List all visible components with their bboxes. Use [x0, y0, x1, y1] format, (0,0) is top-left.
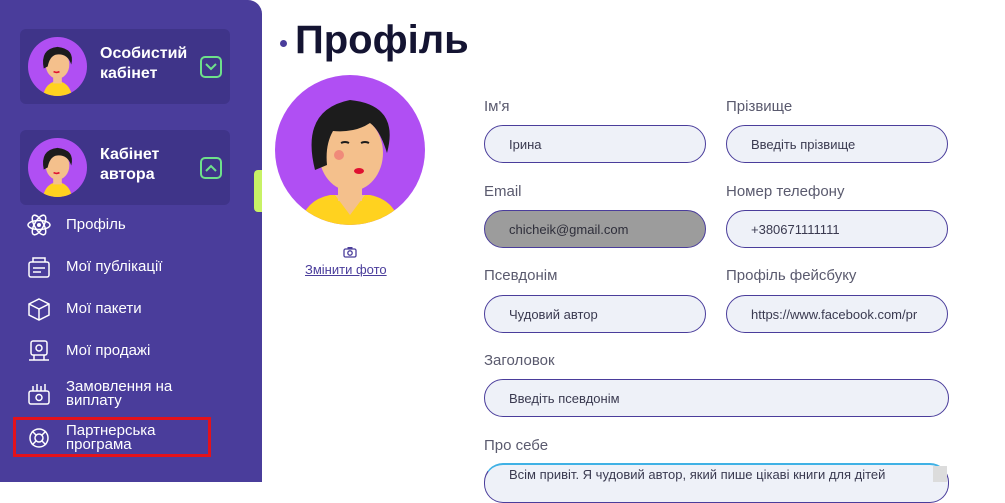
page-title: Профіль: [295, 18, 469, 62]
last-name-label: Прізвище: [726, 98, 793, 115]
first-name-field[interactable]: Ірина: [484, 125, 706, 163]
phone-label: Номер телефону: [726, 183, 845, 200]
pseudonym-field[interactable]: Чудовий автор: [484, 295, 706, 333]
title-bullet: [280, 40, 287, 47]
camera-icon: [343, 247, 357, 258]
change-photo-link[interactable]: Змінити фото: [305, 262, 387, 277]
sidebar-item-label: Профіль: [66, 216, 126, 233]
scroll-indicator: [254, 170, 262, 212]
card-title: Особистий кабінет: [100, 45, 188, 82]
scrollbar[interactable]: [933, 466, 947, 482]
sidebar-item-payout[interactable]: Замовлення на виплату: [20, 376, 220, 412]
chevron-down-icon[interactable]: [200, 56, 222, 78]
profile-avatar: [275, 75, 425, 225]
sidebar-item-packages[interactable]: Мої пакети: [20, 291, 220, 327]
personal-cabinet-card[interactable]: Особистий кабінет: [20, 29, 230, 104]
sales-icon: [29, 340, 49, 361]
publications-icon: [28, 257, 50, 278]
sidebar-item-label: Мої пакети: [66, 300, 142, 317]
email-field[interactable]: chicheik@gmail.com: [484, 210, 706, 248]
payout-icon: [28, 384, 50, 405]
avatar: [28, 37, 87, 96]
last-name-field[interactable]: Введіть прізвище: [726, 125, 948, 163]
pseudonym-label: Псевдонім: [484, 267, 558, 284]
card-title: Кабінет автора: [100, 146, 160, 183]
headline-field[interactable]: Введіть псевдонім: [484, 379, 949, 417]
sidebar-item-label: Мої продажі: [66, 342, 151, 359]
facebook-label: Профіль фейсбуку: [726, 267, 857, 284]
phone-field[interactable]: +380671111111: [726, 210, 948, 248]
sidebar: Особистий кабінет Кабінет автора Профіль…: [0, 0, 262, 482]
avatar: [28, 138, 87, 197]
first-name-label: Ім'я: [484, 98, 510, 115]
facebook-field[interactable]: https://www.facebook.com/pr: [726, 295, 948, 333]
sidebar-item-sales[interactable]: Мої продажі: [20, 333, 220, 369]
headline-label: Заголовок: [484, 352, 555, 369]
sidebar-item-label: Замовлення на виплату: [66, 378, 173, 409]
sidebar-item-publications[interactable]: Мої публікації: [20, 249, 220, 285]
sidebar-item-label: Мої публікації: [66, 258, 163, 275]
chevron-up-icon[interactable]: [200, 157, 222, 179]
about-textarea[interactable]: Всім привіт. Я чудовий автор, який пише …: [484, 463, 949, 503]
selection-highlight: [13, 417, 211, 457]
atom-icon: [27, 214, 51, 236]
sidebar-item-profile[interactable]: Профіль: [20, 207, 220, 243]
package-icon: [28, 298, 50, 321]
author-cabinet-card[interactable]: Кабінет автора: [20, 130, 230, 205]
email-label: Email: [484, 183, 522, 200]
about-label: Про себе: [484, 437, 549, 454]
